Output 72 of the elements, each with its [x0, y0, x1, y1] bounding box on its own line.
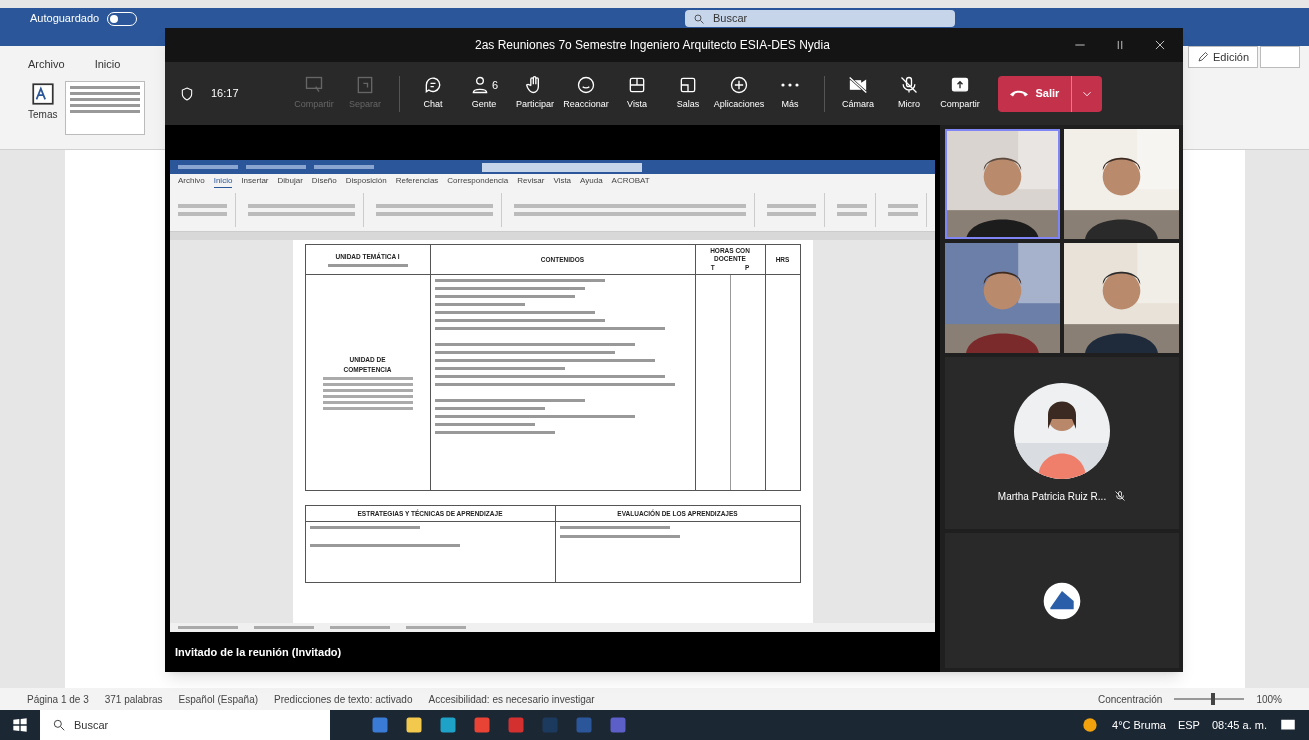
ribbon-tab[interactable]: Dibujar [277, 175, 303, 187]
blurred-text-line [70, 91, 141, 95]
toolbar-button[interactable]: Vista [611, 75, 663, 112]
ribbon-tab[interactable]: Ayuda [580, 175, 603, 187]
device-button[interactable]: Cámara [832, 75, 884, 112]
ribbon-tab[interactable]: Vista [553, 175, 572, 187]
search-icon [693, 12, 705, 25]
language-indicator[interactable]: ESP [1177, 716, 1200, 734]
ribbon-tab[interactable]: Disposición [345, 175, 387, 187]
windows-icon [12, 717, 28, 733]
blurred-text-line [254, 626, 314, 629]
status-item[interactable]: Español (España) [178, 691, 259, 707]
zoom-slider[interactable] [1174, 693, 1245, 705]
ribbon-tab[interactable]: Revisar [517, 175, 545, 187]
themes-icon[interactable] [29, 80, 56, 107]
toolbar-button[interactable]: 6 Gente [458, 75, 510, 112]
weather-icon[interactable] [1080, 715, 1100, 735]
ribbon-tab[interactable]: ACROBAT [611, 175, 650, 187]
search-field[interactable]: Buscar [685, 10, 955, 27]
zoom-slider-thumb[interactable] [1210, 693, 1215, 705]
toolbar-button[interactable]: Aplicaciones [713, 75, 765, 112]
ribbon-tab[interactable]: Archivo [28, 56, 65, 73]
focus-mode-button[interactable]: Concentración [1097, 691, 1163, 707]
status-item[interactable]: Accesibilidad: es necesario investigar [428, 691, 595, 707]
weather-text[interactable]: 4°C Bruma [1112, 716, 1166, 734]
taskbar-search-field[interactable]: Buscar [40, 710, 330, 740]
blurred-text-line [330, 626, 390, 629]
toolbar-button[interactable]: Participar [509, 75, 561, 112]
blurred-text-line [178, 626, 238, 629]
blurred-text-line [406, 626, 466, 629]
logo-icon [1042, 580, 1082, 621]
ribbon-tab[interactable]: Referencias [395, 175, 439, 187]
blurred-text-line [70, 109, 141, 113]
participant-name: Martha Patricia Ruiz R... [997, 489, 1107, 504]
blurred-text-line [70, 103, 141, 107]
pencil-icon [1197, 51, 1209, 63]
clock-time[interactable]: 08:45 a. m. [1211, 716, 1267, 734]
zoom-reading: 100% [1256, 692, 1282, 707]
style-gallery-thumbnail[interactable] [65, 80, 146, 135]
meeting-timer: 16:17 [211, 86, 239, 102]
status-item[interactable]: Predicciones de texto: activado [274, 691, 413, 707]
themes-label[interactable]: Temas [28, 106, 58, 122]
phone-icon [1009, 89, 1028, 98]
toolbar-button[interactable]: Reaccionar [560, 75, 612, 112]
ribbon-tab[interactable]: Inicio [213, 174, 233, 188]
add-icon [729, 75, 750, 96]
toolbar-button[interactable]: Chat [407, 75, 459, 112]
leave-button[interactable]: Salir [997, 75, 1103, 112]
ribbon-tab[interactable]: Diseño [311, 175, 337, 187]
shield-icon [179, 85, 195, 102]
autosave-label: Autoguardado [30, 11, 100, 26]
ribbon-tab[interactable]: Inicio [94, 56, 121, 73]
search-icon [52, 718, 66, 732]
close-icon[interactable] [1153, 38, 1167, 52]
ribbon-tab[interactable]: Insertar [241, 175, 269, 187]
ribbon-tab[interactable]: Archivo [178, 175, 205, 187]
status-item[interactable]: 371 palabras [104, 691, 163, 707]
camera-off-icon [848, 75, 869, 96]
device-button[interactable]: Micro [883, 75, 935, 112]
toolbar-button[interactable]: Salas [662, 75, 714, 112]
window-title: 2as Reuniones 7o Semestre Ingeniero Arquitecto ESIA-DES Nydia [475, 37, 830, 54]
device-button[interactable]: Compartir [934, 75, 986, 112]
toolbar-button[interactable]: Más [764, 75, 816, 112]
blurred-text-line [70, 97, 141, 101]
ribbon-tab[interactable]: Correspondencia [447, 175, 509, 187]
smile-icon [576, 75, 597, 96]
edit-button[interactable]: Edición [1188, 46, 1259, 68]
more-icon [781, 83, 800, 88]
status-item[interactable]: Página 1 de 3 [27, 691, 89, 707]
participant-count: 6 [491, 78, 499, 93]
shared-screen-caption: Invitado de la reunión (Invitado) [175, 644, 342, 660]
blurred-text-line [70, 85, 141, 89]
